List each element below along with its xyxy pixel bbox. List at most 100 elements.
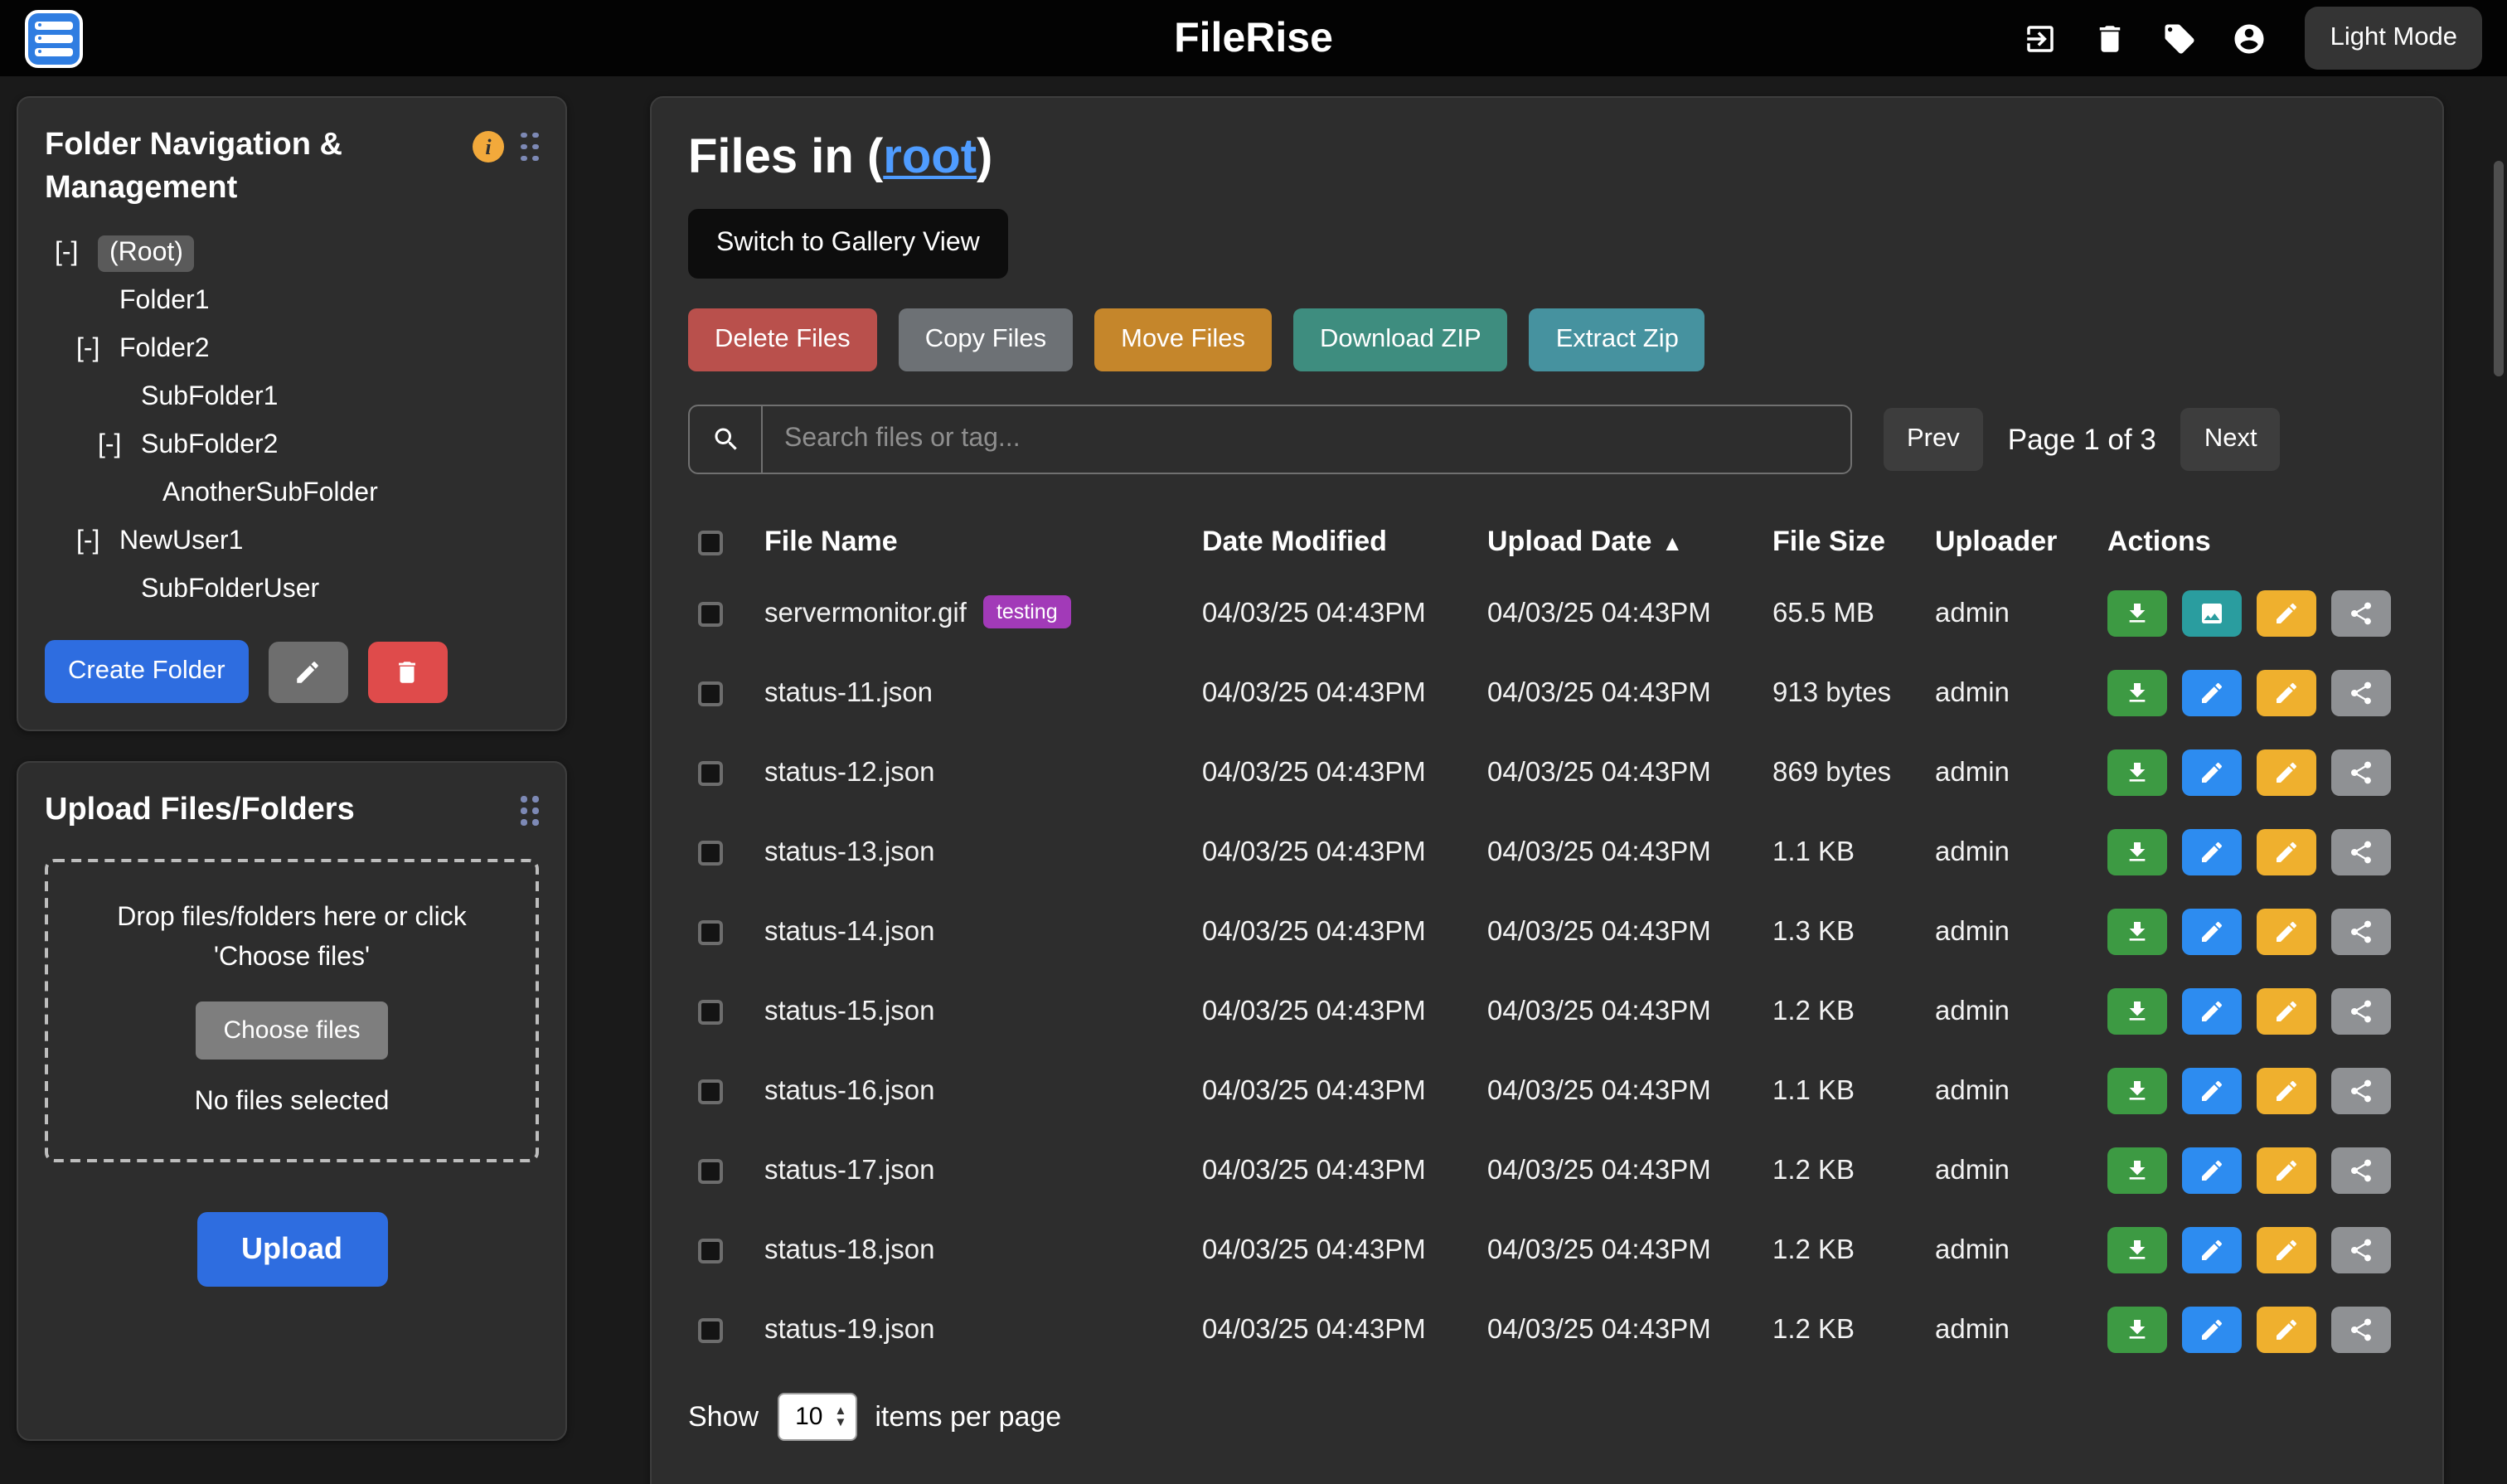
tree-item-label[interactable]: AnotherSubFolder xyxy=(162,479,378,509)
row-checkbox[interactable] xyxy=(698,919,723,944)
tree-item-label[interactable]: Folder2 xyxy=(119,335,210,365)
share-button[interactable] xyxy=(2331,1307,2391,1353)
logout-icon[interactable] xyxy=(2024,21,2058,56)
tree-item[interactable]: SubFolderUser xyxy=(45,566,539,614)
download-button[interactable] xyxy=(2107,988,2167,1035)
rename-button[interactable] xyxy=(2257,1227,2316,1273)
tree-toggle[interactable]: [-] xyxy=(76,335,119,365)
file-name[interactable]: status-13.json xyxy=(764,837,934,868)
share-button[interactable] xyxy=(2331,1227,2391,1273)
download-button[interactable] xyxy=(2107,670,2167,716)
file-name[interactable]: status-18.json xyxy=(764,1234,934,1266)
row-checkbox[interactable] xyxy=(698,1158,723,1183)
search-input[interactable] xyxy=(761,405,1852,474)
filerise-logo[interactable] xyxy=(25,9,83,67)
rename-button[interactable] xyxy=(2257,1068,2316,1114)
row-checkbox[interactable] xyxy=(698,681,723,706)
file-name[interactable]: status-17.json xyxy=(764,1155,934,1186)
edit-button[interactable] xyxy=(2182,909,2242,955)
download-button[interactable] xyxy=(2107,909,2167,955)
tree-item[interactable]: Folder1 xyxy=(45,278,539,326)
edit-button[interactable] xyxy=(2182,749,2242,796)
next-button[interactable]: Next xyxy=(2181,408,2281,471)
edit-button[interactable] xyxy=(2182,1068,2242,1114)
light-mode-button[interactable]: Light Mode xyxy=(2306,7,2482,70)
download-zip-button[interactable]: Download ZIP xyxy=(1293,308,1508,371)
row-checkbox[interactable] xyxy=(698,1238,723,1263)
copy-files-button[interactable]: Copy Files xyxy=(899,308,1073,371)
trash-icon[interactable] xyxy=(2093,21,2128,56)
file-name[interactable]: status-15.json xyxy=(764,996,934,1027)
edit-button[interactable] xyxy=(2182,829,2242,875)
row-checkbox[interactable] xyxy=(698,1079,723,1103)
download-button[interactable] xyxy=(2107,829,2167,875)
tree-item-label[interactable]: SubFolder1 xyxy=(141,383,278,413)
share-button[interactable] xyxy=(2331,670,2391,716)
row-checkbox[interactable] xyxy=(698,1317,723,1342)
edit-button[interactable] xyxy=(2182,988,2242,1035)
tree-item-label[interactable]: NewUser1 xyxy=(119,527,243,557)
share-button[interactable] xyxy=(2331,749,2391,796)
dropzone[interactable]: Drop files/folders here or click 'Choose… xyxy=(45,859,539,1162)
edit-button[interactable] xyxy=(2182,1307,2242,1353)
file-name[interactable]: status-19.json xyxy=(764,1314,934,1346)
preview-button[interactable] xyxy=(2182,590,2242,637)
scrollbar-thumb[interactable] xyxy=(2494,161,2504,376)
download-button[interactable] xyxy=(2107,1147,2167,1194)
delete-folder-button[interactable] xyxy=(368,642,448,703)
tag-icon[interactable] xyxy=(2163,21,2198,56)
drag-handle-icon[interactable] xyxy=(521,132,539,162)
create-folder-button[interactable]: Create Folder xyxy=(45,641,249,704)
tree-item[interactable]: SubFolder1 xyxy=(45,374,539,422)
rename-button[interactable] xyxy=(2257,988,2316,1035)
file-name[interactable]: status-16.json xyxy=(764,1075,934,1107)
file-name[interactable]: status-14.json xyxy=(764,916,934,948)
choose-files-button[interactable]: Choose files xyxy=(195,1001,388,1060)
rename-button[interactable] xyxy=(2257,590,2316,637)
tree-item[interactable]: [-]Folder2 xyxy=(45,326,539,374)
rename-button[interactable] xyxy=(2257,909,2316,955)
col-upload-date[interactable]: Upload Date▲ xyxy=(1487,526,1772,559)
root-link[interactable]: root xyxy=(883,131,977,184)
edit-button[interactable] xyxy=(2182,1147,2242,1194)
tree-item-label[interactable]: SubFolder2 xyxy=(141,431,278,461)
share-button[interactable] xyxy=(2331,1147,2391,1194)
tree-toggle[interactable]: [-] xyxy=(98,431,141,461)
rename-button[interactable] xyxy=(2257,1307,2316,1353)
download-button[interactable] xyxy=(2107,749,2167,796)
share-button[interactable] xyxy=(2331,1068,2391,1114)
rename-button[interactable] xyxy=(2257,1147,2316,1194)
select-all-checkbox[interactable] xyxy=(698,530,723,555)
row-checkbox[interactable] xyxy=(698,840,723,865)
file-name[interactable]: status-11.json xyxy=(764,677,933,709)
share-button[interactable] xyxy=(2331,909,2391,955)
rename-folder-button[interactable] xyxy=(269,642,348,703)
info-icon[interactable]: i xyxy=(473,131,504,162)
share-button[interactable] xyxy=(2331,829,2391,875)
col-uploader[interactable]: Uploader xyxy=(1935,526,2107,559)
gallery-view-button[interactable]: Switch to Gallery View xyxy=(688,209,1008,279)
rename-button[interactable] xyxy=(2257,829,2316,875)
edit-button[interactable] xyxy=(2182,670,2242,716)
file-name[interactable]: status-12.json xyxy=(764,757,934,788)
download-button[interactable] xyxy=(2107,1227,2167,1273)
tree-item-label[interactable]: (Root) xyxy=(98,235,195,272)
rename-button[interactable] xyxy=(2257,670,2316,716)
row-checkbox[interactable] xyxy=(698,601,723,626)
extract-zip-button[interactable]: Extract Zip xyxy=(1530,308,1705,371)
download-button[interactable] xyxy=(2107,1068,2167,1114)
col-date-modified[interactable]: Date Modified xyxy=(1202,526,1487,559)
download-button[interactable] xyxy=(2107,1307,2167,1353)
tree-item-label[interactable]: Folder1 xyxy=(119,287,210,317)
prev-button[interactable]: Prev xyxy=(1884,408,1983,471)
tree-item[interactable]: AnotherSubFolder xyxy=(45,470,539,518)
col-file-name[interactable]: File Name xyxy=(764,526,1202,559)
file-name[interactable]: servermonitor.gif xyxy=(764,598,967,629)
edit-button[interactable] xyxy=(2182,1227,2242,1273)
tree-item[interactable]: [-]NewUser1 xyxy=(45,518,539,566)
items-per-page-select[interactable]: 10 ▲▼ xyxy=(777,1393,856,1441)
row-checkbox[interactable] xyxy=(698,999,723,1024)
drag-handle-icon[interactable] xyxy=(521,797,539,827)
rename-button[interactable] xyxy=(2257,749,2316,796)
tree-toggle[interactable]: [-] xyxy=(76,527,119,557)
